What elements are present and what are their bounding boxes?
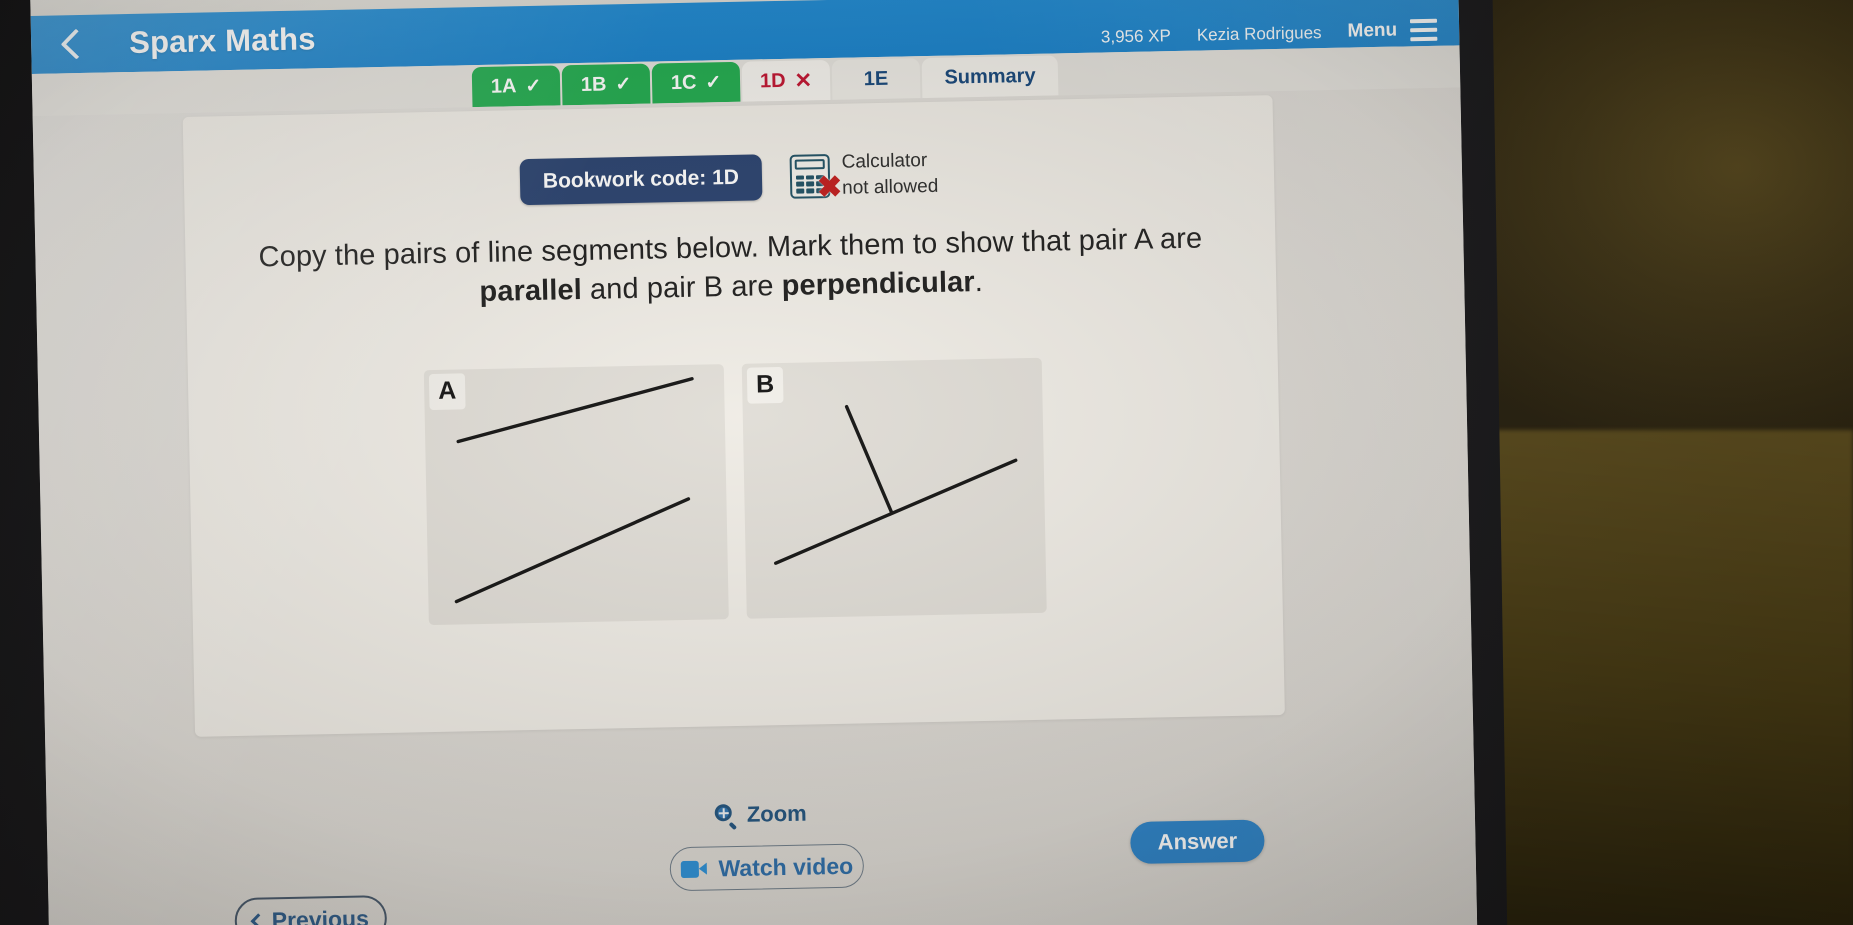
tab-1b[interactable]: 1B ✓ [561, 63, 651, 106]
tab-label: 1E [863, 67, 889, 90]
diagram-b[interactable]: B [741, 357, 1047, 619]
video-camera-icon [680, 860, 707, 878]
magnifier-plus-icon [714, 804, 738, 830]
diagram-label: A [428, 372, 466, 410]
calculator-not-allowed-icon: ✖ [789, 153, 842, 204]
tab-1a[interactable]: 1A ✓ [471, 65, 561, 108]
tab-1d[interactable]: 1D ✕ [741, 59, 831, 102]
tab-label: 1C [670, 71, 697, 94]
diagram-row: AB [188, 353, 1283, 630]
question-card: Bookwork code: 1D ✖ Calculator not allow… [182, 95, 1285, 737]
answer-label: Answer [1157, 827, 1238, 855]
bookwork-code-badge: Bookwork code: 1D [519, 153, 763, 205]
menu-label: Menu [1347, 19, 1398, 42]
tablet-screen: 31 Sparx Maths 3,956 XP Kezia Rodrigues … [30, 0, 1478, 925]
line-segment-1 [456, 376, 694, 443]
photo-scene: 31 Sparx Maths 3,956 XP Kezia Rodrigues … [0, 0, 1853, 925]
question-text: Copy the pairs of line segments below. M… [250, 220, 1211, 318]
tab-1c[interactable]: 1C ✓ [651, 61, 741, 104]
menu-button[interactable]: Menu [1347, 18, 1438, 43]
question-line-1: Copy the pairs of line segments below. M… [258, 222, 1203, 274]
calculator-line-1: Calculator [841, 150, 928, 173]
background-wall-lower [1453, 430, 1853, 925]
tick-icon: ✓ [705, 71, 722, 93]
zoom-label: Zoom [746, 800, 807, 827]
diagram-label: B [746, 366, 784, 404]
line-segment-1 [774, 458, 1018, 565]
line-segment-2 [844, 404, 894, 515]
tab-label: 1B [580, 72, 607, 96]
question-end: . [974, 266, 984, 299]
tick-icon: ✓ [525, 75, 542, 97]
previous-label: Previous [271, 904, 370, 925]
diagram-lines [774, 404, 1018, 565]
calculator-line-2: not allowed [841, 175, 939, 199]
user-name[interactable]: Kezia Rodrigues [1197, 23, 1322, 45]
question-bold-perpendicular: perpendicular [781, 266, 976, 303]
diagram-a[interactable]: A [423, 363, 729, 625]
footer-bar: Previous Watch video Answer [48, 819, 1478, 925]
hamburger-icon [1409, 18, 1438, 42]
watch-video-label: Watch video [718, 852, 854, 881]
page-title: Sparx Maths [128, 21, 317, 61]
watch-video-button[interactable]: Watch video [669, 843, 865, 892]
tab-label: 1D [759, 69, 786, 92]
question-mid: and pair B are [581, 270, 783, 307]
line-segment-2 [454, 496, 691, 603]
diagram-lines [454, 376, 694, 603]
xp-badge: 3,956 XP [1100, 26, 1172, 47]
answer-button[interactable]: Answer [1130, 819, 1265, 865]
header-right-group: 3,956 XP Kezia Rodrigues Menu [1100, 0, 1459, 48]
calculator-notice-text: Calculator not allowed [841, 148, 938, 201]
question-bold-parallel: parallel [479, 274, 583, 309]
calculator-notice: ✖ Calculator not allowed [789, 148, 938, 204]
card-topline: Bookwork code: 1D ✖ Calculator not allow… [183, 95, 1275, 214]
back-chevron-icon[interactable] [60, 28, 92, 60]
cross-icon: ✕ [794, 68, 813, 93]
previous-button[interactable]: Previous [234, 895, 388, 925]
chevron-left-icon [250, 912, 267, 925]
tab-summary[interactable]: Summary [921, 55, 1059, 99]
tab-label: 1A [490, 74, 517, 98]
tab-1e[interactable]: 1E [831, 58, 921, 100]
tab-label: Summary [944, 64, 1036, 89]
content-area: Bookwork code: 1D ✖ Calculator not allow… [32, 87, 1478, 925]
tick-icon: ✓ [615, 73, 632, 95]
